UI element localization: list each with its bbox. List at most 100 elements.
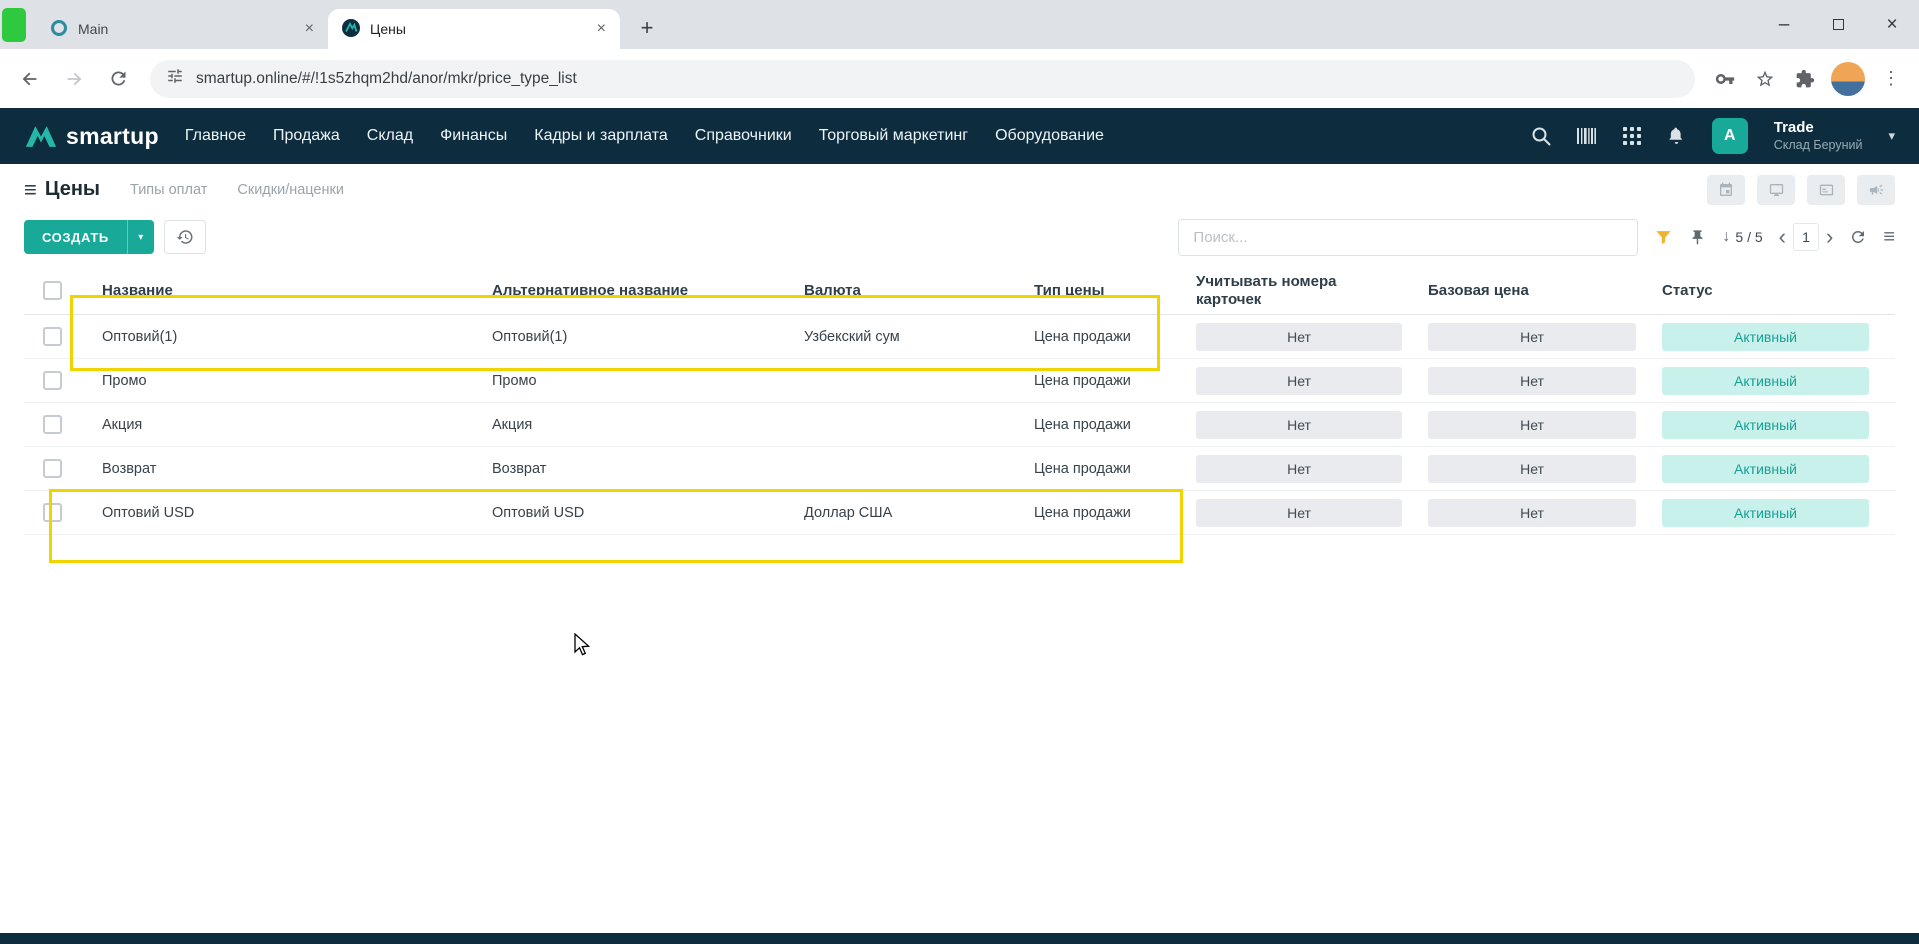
tab-close-icon[interactable]: ×: [305, 21, 314, 37]
browser-tab-main[interactable]: Main ×: [36, 9, 328, 49]
status-badge: Активный: [1662, 366, 1869, 395]
link-payment-types[interactable]: Типы оплат: [130, 182, 207, 198]
select-all-checkbox[interactable]: [43, 281, 62, 300]
new-tab-button[interactable]: +: [632, 13, 662, 43]
price-type-table: Название Альтернативное название Валюта …: [24, 267, 1895, 563]
filter-icon[interactable]: [1654, 228, 1673, 247]
window-maximize-button[interactable]: [1811, 0, 1865, 49]
page-number[interactable]: 1: [1793, 223, 1819, 251]
forward-button[interactable]: [54, 59, 94, 99]
history-button[interactable]: [163, 220, 206, 254]
base-price-badge: Нет: [1428, 366, 1636, 395]
megaphone-icon: [1869, 184, 1883, 195]
table-row[interactable]: Возврат Возврат Цена продажи Нет Нет Акт…: [24, 447, 1895, 491]
mouse-cursor: [574, 633, 591, 656]
pagination: ‹ 1 ›: [1779, 223, 1833, 251]
site-settings-icon[interactable]: [166, 67, 184, 90]
back-button[interactable]: [10, 59, 50, 99]
browser-menu-icon[interactable]: ⋮: [1873, 61, 1909, 97]
window-close-button[interactable]: ×: [1865, 0, 1919, 49]
smartup-logo[interactable]: smartup: [24, 123, 159, 150]
refresh-icon[interactable]: [1849, 228, 1867, 246]
cell-name: Промо: [102, 372, 147, 389]
status-badge: Активный: [1662, 410, 1869, 439]
row-checkbox[interactable]: [43, 327, 62, 346]
next-page-icon[interactable]: ›: [1826, 226, 1833, 248]
cell-price-type: Цена продажи: [1034, 460, 1131, 477]
base-price-badge: Нет: [1428, 498, 1636, 527]
create-dropdown-button[interactable]: ▾: [126, 220, 154, 254]
nav-item-prodazha[interactable]: Продажа: [273, 127, 340, 145]
card-button[interactable]: [1807, 174, 1845, 205]
cell-alt-name: Промо: [492, 372, 537, 389]
nav-item-oborudovanie[interactable]: Оборудование: [995, 127, 1104, 145]
card-numbers-badge: Нет: [1196, 498, 1402, 527]
url-field[interactable]: smartup.online/#/!1s5zhqm2hd/anor/mkr/pr…: [150, 59, 1695, 98]
history-icon: [176, 230, 193, 244]
cell-name: Оптовий(1): [102, 328, 178, 345]
tab-title: Main: [78, 21, 109, 37]
table-row[interactable]: Оптовий(1) Оптовий(1) Узбекский сум Цена…: [24, 315, 1895, 359]
user-menu[interactable]: Trade Склад Беруний: [1774, 119, 1863, 153]
row-checkbox[interactable]: [43, 415, 62, 434]
table-row[interactable]: Промо Промо Цена продажи Нет Нет Активны…: [24, 359, 1895, 403]
prev-page-icon[interactable]: ‹: [1779, 226, 1786, 248]
row-checkbox[interactable]: [43, 503, 62, 522]
row-checkbox[interactable]: [43, 459, 62, 478]
nav-item-finansy[interactable]: Финансы: [440, 127, 507, 145]
cell-alt-name: Акция: [492, 416, 533, 433]
announcement-button[interactable]: [1857, 174, 1895, 205]
nav-item-kadry[interactable]: Кадры и зарплата: [534, 127, 668, 145]
row-checkbox[interactable]: [43, 371, 62, 390]
calendar-button[interactable]: [1707, 174, 1745, 205]
record-counter[interactable]: ↓ 5 / 5: [1722, 228, 1762, 246]
window-minimize-button[interactable]: –: [1757, 0, 1811, 49]
browser-tab-prices[interactable]: Цены ×: [328, 9, 620, 49]
browser-profile-avatar[interactable]: [1831, 61, 1865, 96]
cell-name: Акция: [102, 416, 143, 433]
page-menu-icon[interactable]: ≡: [24, 178, 37, 201]
status-badge: Активный: [1662, 454, 1869, 483]
card-numbers-badge: Нет: [1196, 322, 1402, 351]
nav-item-spravochniki[interactable]: Справочники: [695, 127, 792, 145]
table-row[interactable]: Акция Акция Цена продажи Нет Нет Активны…: [24, 403, 1895, 447]
apps-grid-icon[interactable]: [1622, 127, 1641, 145]
user-avatar[interactable]: A: [1711, 118, 1748, 154]
nav-item-marketing[interactable]: Торговый маркетинг: [819, 127, 968, 145]
cell-alt-name: Оптовий USD: [492, 504, 585, 521]
reload-button[interactable]: [98, 59, 138, 99]
notifications-bell-icon[interactable]: [1667, 126, 1686, 146]
cell-alt-name: Оптовий(1): [492, 328, 568, 345]
status-badge: Активный: [1662, 498, 1869, 527]
list-menu-icon[interactable]: ≡: [1883, 227, 1895, 247]
base-price-badge: Нет: [1428, 410, 1636, 439]
nav-item-glavnoe[interactable]: Главное: [185, 127, 246, 145]
display-button[interactable]: [1757, 174, 1795, 205]
chevron-down-icon[interactable]: ▾: [1888, 128, 1895, 144]
extensions-icon[interactable]: [1787, 61, 1823, 97]
password-key-icon[interactable]: [1707, 61, 1743, 97]
header-actions: A Trade Склад Беруний ▾: [1531, 118, 1895, 154]
app-header: smartup Главное Продажа Склад Финансы Ка…: [0, 108, 1919, 164]
link-discounts[interactable]: Скидки/наценки: [237, 182, 344, 198]
cell-price-type: Цена продажи: [1034, 504, 1131, 521]
table-row[interactable]: Оптовий USD Оптовий USD Доллар США Цена …: [24, 491, 1895, 535]
cell-price-type: Цена продажи: [1034, 416, 1131, 433]
maximize-icon: [1832, 19, 1844, 30]
brand-text: smartup: [66, 122, 159, 149]
nav-item-sklad[interactable]: Склад: [367, 127, 413, 145]
column-name: Название: [102, 281, 173, 299]
column-status: Статус: [1662, 281, 1713, 299]
list-toolbar: СОЗДАТЬ ▾ ↓ 5 / 5 ‹ 1 › ≡: [0, 215, 1919, 259]
search-input[interactable]: [1178, 218, 1639, 256]
tab-close-icon[interactable]: ×: [597, 21, 606, 37]
counter-text: 5 / 5: [1735, 229, 1763, 245]
tab-title: Цены: [370, 21, 406, 37]
table-header: Название Альтернативное название Валюта …: [24, 267, 1895, 315]
barcode-icon[interactable]: [1576, 127, 1597, 145]
user-branch: Склад Беруний: [1773, 137, 1863, 152]
pin-icon[interactable]: [1689, 229, 1706, 246]
create-button[interactable]: СОЗДАТЬ: [24, 220, 127, 254]
bookmark-star-icon[interactable]: [1747, 61, 1783, 97]
search-icon[interactable]: [1531, 126, 1551, 146]
